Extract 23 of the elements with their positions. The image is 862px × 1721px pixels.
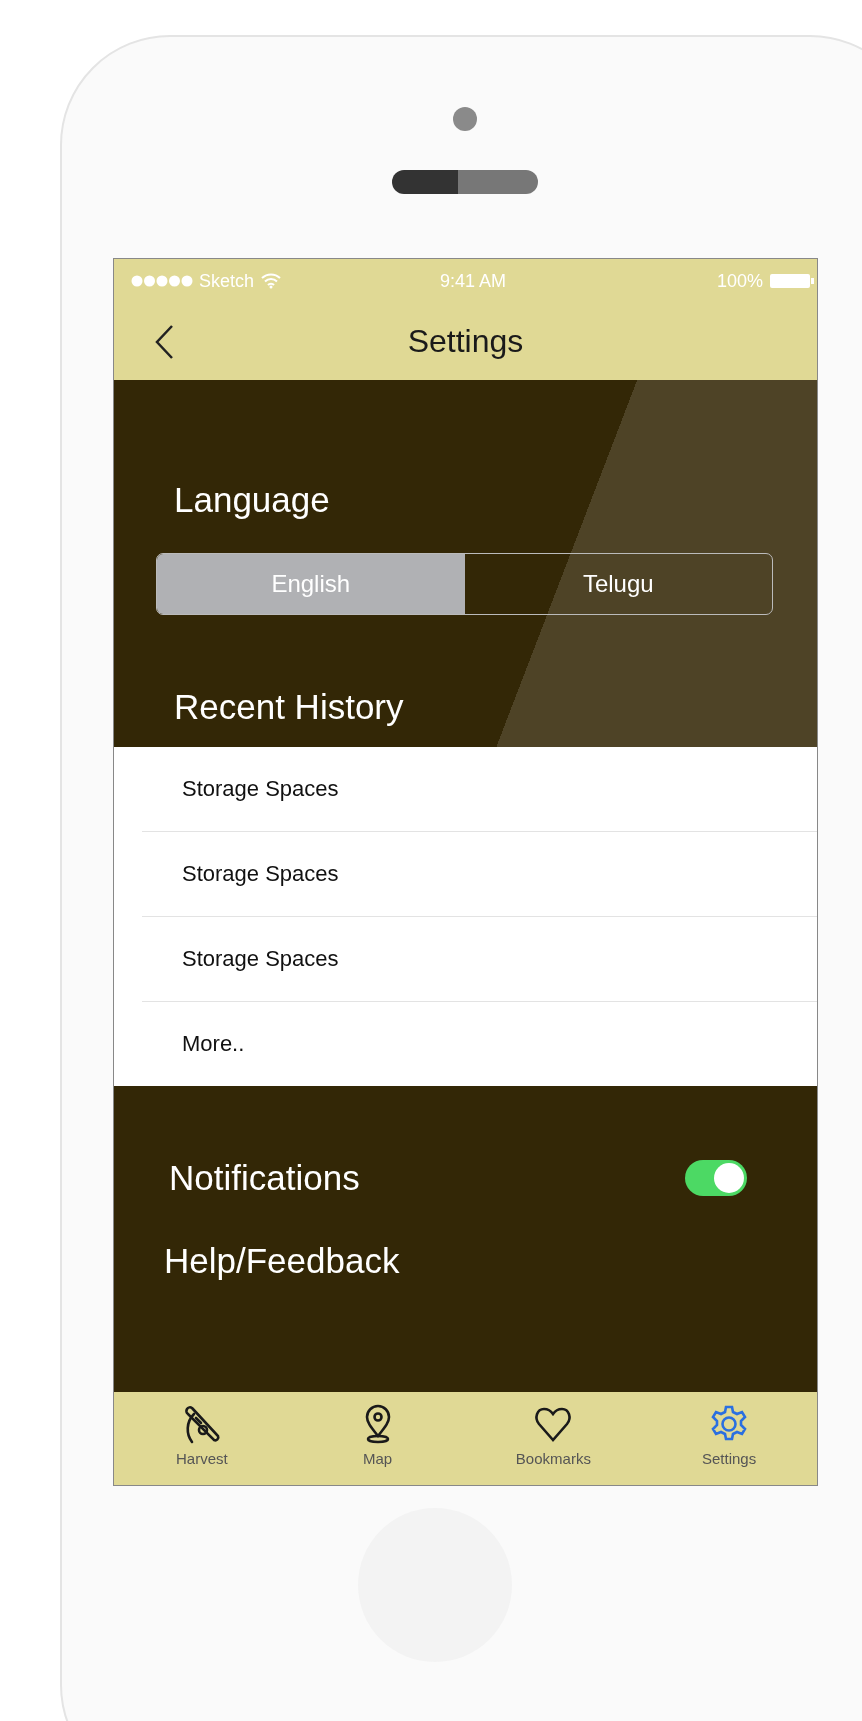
notifications-label: Notifications [169, 1158, 360, 1198]
status-time: 9:41 AM [439, 270, 506, 292]
screen-title: Settings [406, 323, 525, 360]
history-item[interactable]: Storage Spaces [142, 747, 817, 832]
battery-percent: 100% [716, 270, 763, 292]
history-item[interactable]: Storage Spaces [142, 917, 817, 1002]
help-feedback-link[interactable]: Help/Feedback [164, 1241, 747, 1281]
section-heading: Recent History [174, 687, 405, 727]
wifi-icon [260, 273, 283, 289]
history-item[interactable]: Storage Spaces [142, 832, 817, 917]
tab-bar-item[interactable]: Map [289, 1392, 466, 1485]
notifications-toggle[interactable] [685, 1160, 747, 1196]
carrier-label: Sketch [199, 270, 255, 292]
section-heading: Language [174, 480, 331, 520]
camera-dot [452, 107, 477, 131]
history-item[interactable]: More.. [142, 1002, 817, 1086]
chevron-left-icon [154, 323, 174, 360]
tab-bar-item[interactable]: Harvest [114, 1392, 290, 1485]
battery-icon [769, 273, 815, 289]
signal-dots-icon [131, 275, 193, 287]
tab-bar-item[interactable]: Bookmarks [465, 1392, 642, 1485]
tab-bar-item[interactable]: Settings [641, 1392, 817, 1485]
language-option[interactable]: Telugu [464, 554, 772, 614]
